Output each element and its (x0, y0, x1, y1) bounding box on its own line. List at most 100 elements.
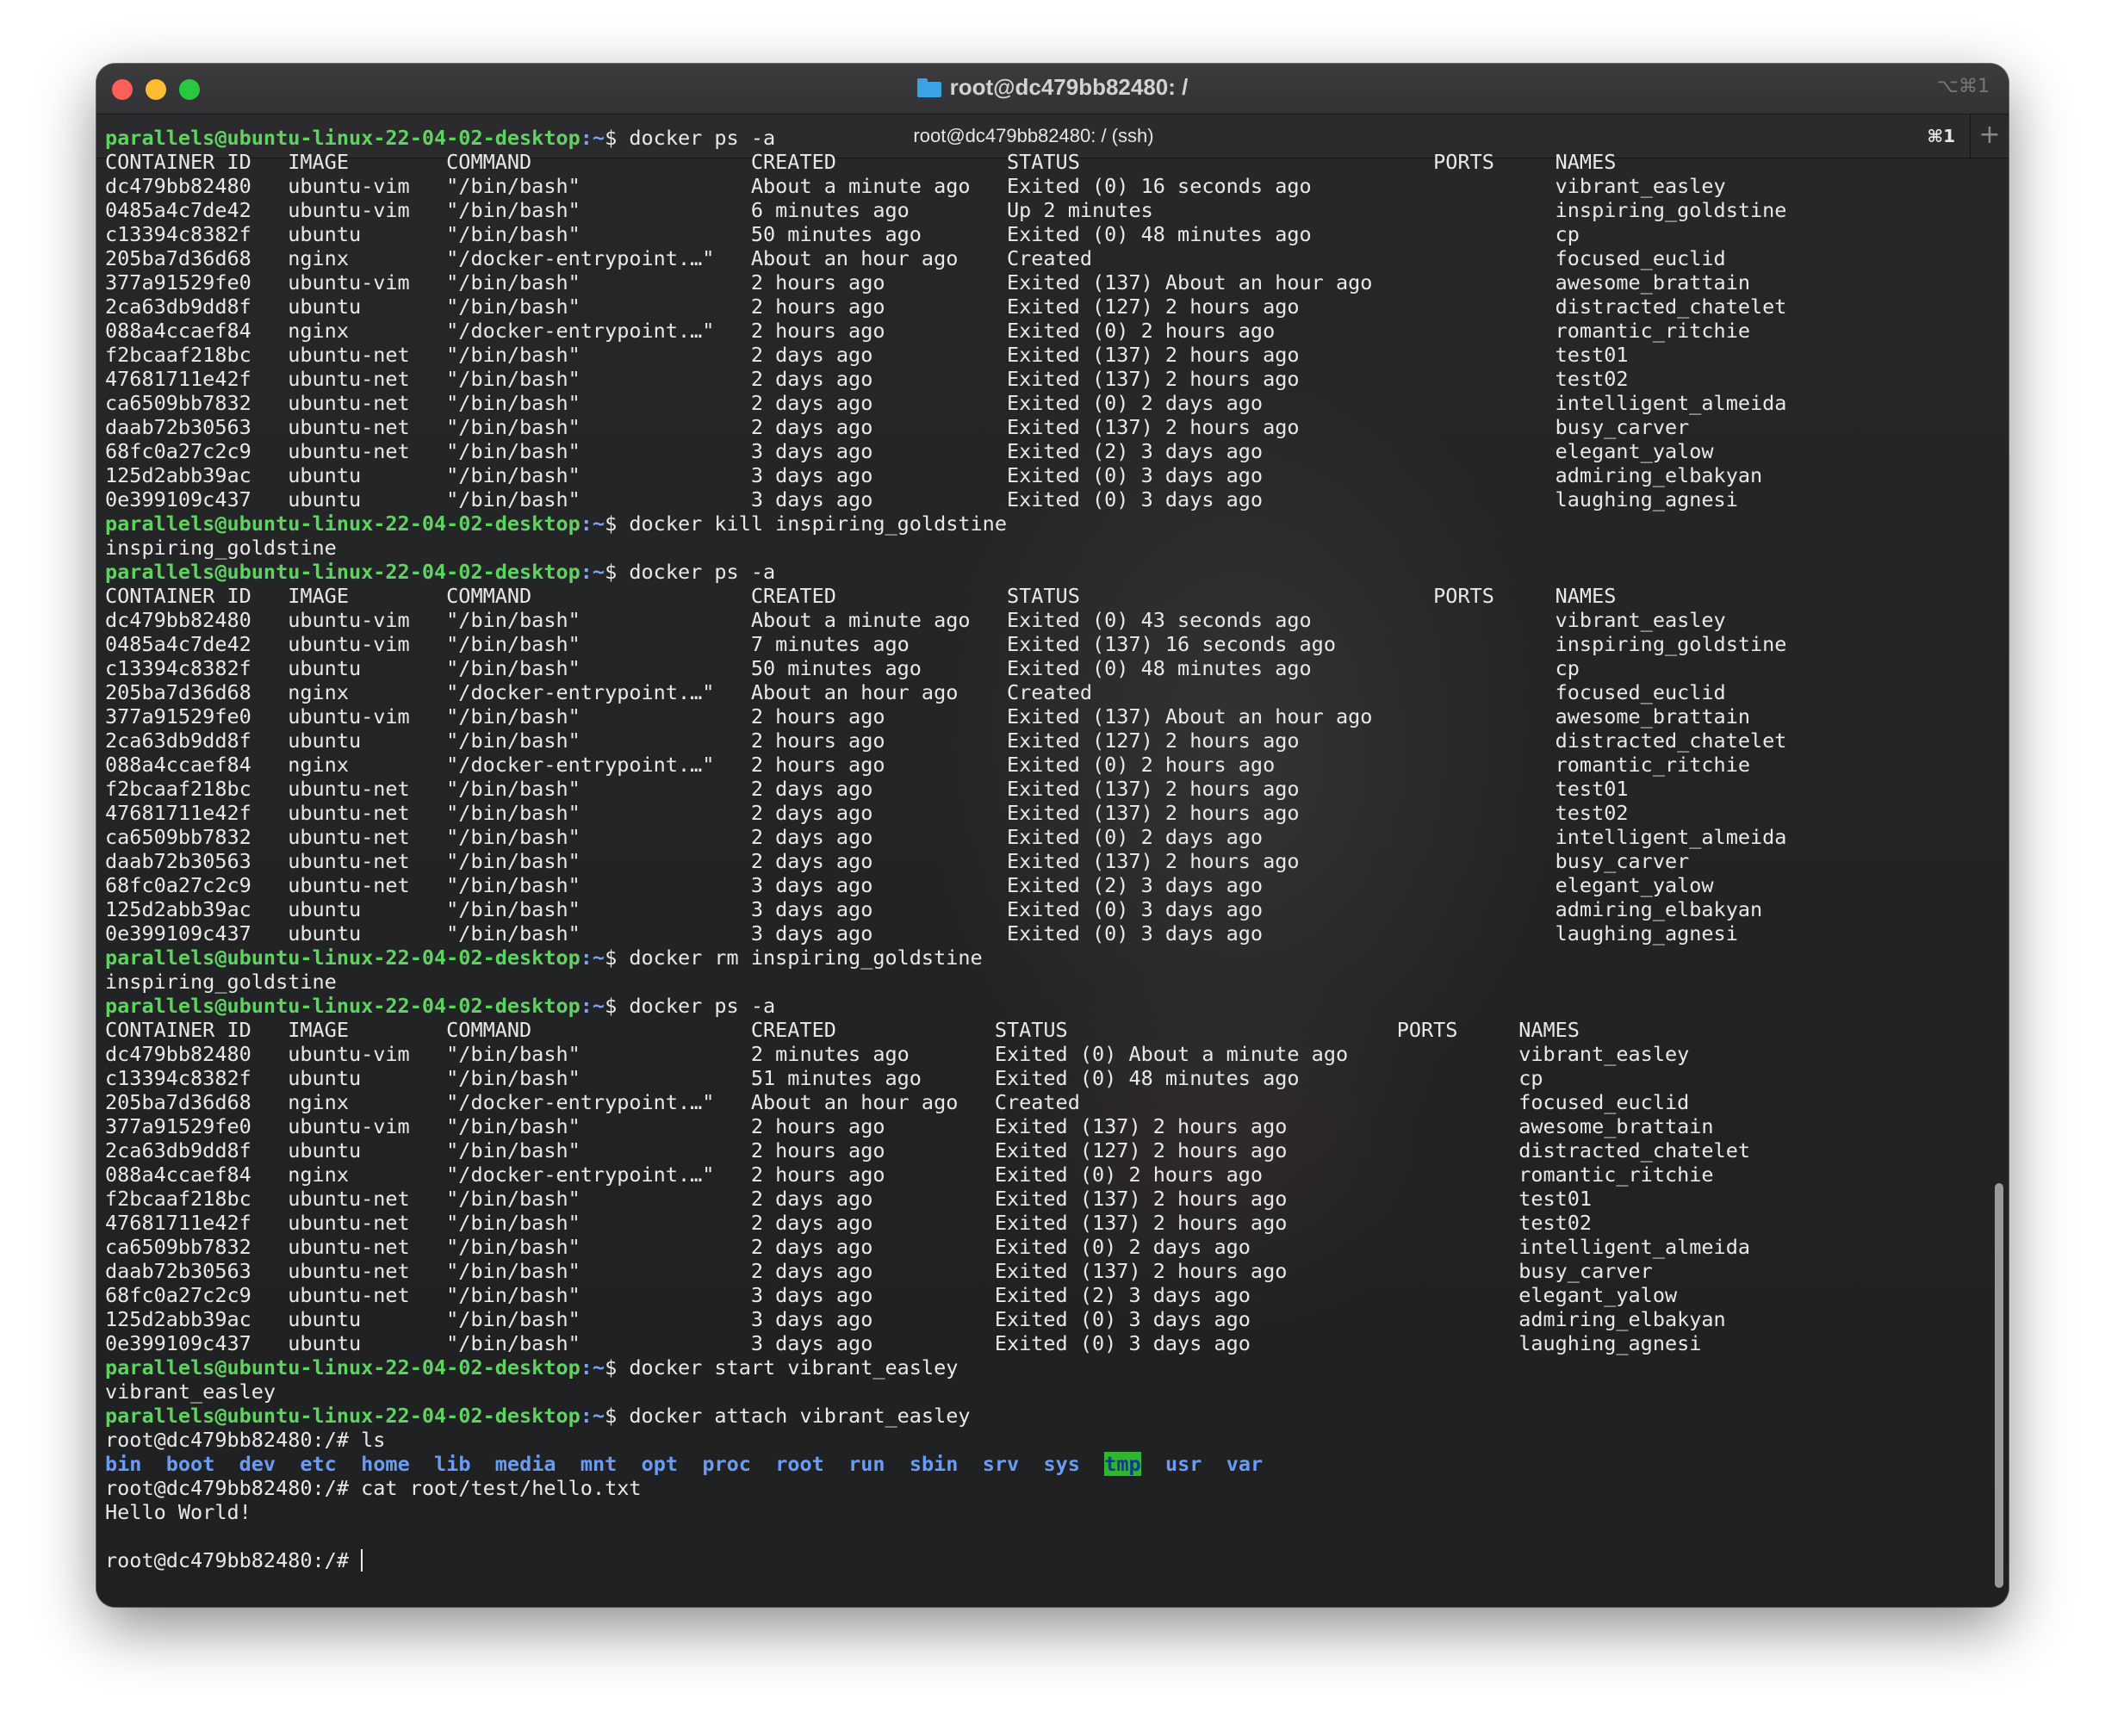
prompt-user-host: parallels@ubuntu-linux-22-04-02-desktop (105, 1404, 581, 1428)
command-text: docker kill inspiring_goldstine (629, 512, 1007, 536)
prompt-sign: $ (605, 1355, 630, 1380)
table-row: dc479bb82480 ubuntu-vim "/bin/bash" Abou… (105, 174, 1726, 198)
root-prompt: root@dc479bb82480:/# (105, 1548, 362, 1572)
new-tab-button[interactable]: + (1970, 115, 2009, 158)
command-text: ls (361, 1428, 386, 1452)
table-row: 205ba7d36d68 nginx "/docker-entrypoint.…… (105, 246, 1726, 270)
prompt-user-host: parallels@ubuntu-linux-22-04-02-desktop (105, 946, 581, 970)
table-header: CONTAINER ID IMAGE COMMAND CREATED STATU… (105, 1018, 1580, 1042)
dir-entry: srv (982, 1452, 1020, 1476)
table-row: c13394c8382f ubuntu "/bin/bash" 51 minut… (105, 1066, 1543, 1090)
command-output: inspiring_goldstine (105, 536, 337, 560)
table-row: f2bcaaf218bc ubuntu-net "/bin/bash" 2 da… (105, 1187, 1593, 1211)
prompt-line: parallels@ubuntu-linux-22-04-02-desktop:… (105, 1404, 1786, 1428)
prompt-path: :~ (580, 1404, 605, 1428)
table-row: 088a4ccaef84 nginx "/docker-entrypoint.…… (105, 1162, 1714, 1187)
command-text: docker ps -a (629, 560, 776, 584)
prompt-user-host: parallels@ubuntu-linux-22-04-02-desktop (105, 994, 581, 1018)
table-row: 377a91529fe0 ubuntu-vim "/bin/bash" 2 ho… (105, 270, 1751, 294)
root-prompt-line: root@dc479bb82480:/# cat root/test/hello… (105, 1476, 1786, 1500)
prompt-sign: $ (605, 560, 630, 584)
command-output: Hello World! (105, 1500, 251, 1524)
command-text: docker ps -a (629, 994, 776, 1018)
prompt-sign: $ (605, 1404, 630, 1428)
prompt-line: parallels@ubuntu-linux-22-04-02-desktop:… (105, 560, 1786, 584)
text-cursor[interactable] (361, 1549, 363, 1572)
dir-entry: lib (434, 1452, 471, 1476)
prompt-path: :~ (580, 512, 605, 536)
prompt-sign: $ (605, 994, 630, 1018)
table-row: 0485a4c7de42 ubuntu-vim "/bin/bash" 7 mi… (105, 632, 1787, 656)
table-row: 088a4ccaef84 nginx "/docker-entrypoint.…… (105, 319, 1751, 343)
root-prompt-line: root@dc479bb82480:/# ls (105, 1428, 1786, 1452)
prompt-path: :~ (580, 1355, 605, 1380)
dir-entry: var (1226, 1452, 1264, 1476)
title-bar: root@dc479bb82480: / ⌥⌘1 (96, 64, 2009, 115)
command-text: cat root/test/hello.txt (361, 1476, 642, 1500)
table-row: ca6509bb7832 ubuntu-net "/bin/bash" 2 da… (105, 1235, 1751, 1259)
command-output: vibrant_easley (105, 1380, 276, 1404)
table-row: dc479bb82480 ubuntu-vim "/bin/bash" Abou… (105, 608, 1726, 632)
table-row: 205ba7d36d68 nginx "/docker-entrypoint.…… (105, 1090, 1690, 1114)
dir-entry: dev (239, 1452, 276, 1476)
prompt-user-host: parallels@ubuntu-linux-22-04-02-desktop (105, 126, 581, 150)
dir-entry: tmp (1104, 1452, 1141, 1476)
prompt-user-host: parallels@ubuntu-linux-22-04-02-desktop (105, 512, 581, 536)
table-row: ca6509bb7832 ubuntu-net "/bin/bash" 2 da… (105, 825, 1787, 849)
dir-entry: opt (641, 1452, 679, 1476)
terminal-output[interactable]: parallels@ubuntu-linux-22-04-02-desktop:… (105, 126, 1786, 1572)
folder-icon (916, 78, 941, 97)
dir-entry: sbin (909, 1452, 959, 1476)
dir-entry: root (775, 1452, 824, 1476)
table-row: 68fc0a27c2c9 ubuntu-net "/bin/bash" 3 da… (105, 1283, 1678, 1307)
table-row: 377a91529fe0 ubuntu-vim "/bin/bash" 2 ho… (105, 704, 1751, 728)
window-shortcut: ⌥⌘1 (1936, 76, 1990, 97)
dir-entry: run (848, 1452, 885, 1476)
table-row: 205ba7d36d68 nginx "/docker-entrypoint.…… (105, 680, 1726, 704)
table-row: ca6509bb7832 ubuntu-net "/bin/bash" 2 da… (105, 391, 1787, 415)
table-header: CONTAINER ID IMAGE COMMAND CREATED STATU… (105, 584, 1617, 608)
table-row: 2ca63db9dd8f ubuntu "/bin/bash" 2 hours … (105, 728, 1787, 753)
prompt-sign: $ (605, 126, 630, 150)
table-row: daab72b30563 ubuntu-net "/bin/bash" 2 da… (105, 849, 1690, 873)
prompt-user-host: parallels@ubuntu-linux-22-04-02-desktop (105, 1355, 581, 1380)
table-row: 2ca63db9dd8f ubuntu "/bin/bash" 2 hours … (105, 294, 1787, 319)
table-row: 125d2abb39ac ubuntu "/bin/bash" 3 days a… (105, 463, 1763, 487)
tab-shortcut: ⌘1 (1927, 126, 1955, 146)
scrollbar[interactable] (1995, 1183, 2003, 1588)
dir-entry: boot (165, 1452, 215, 1476)
dir-entry: proc (702, 1452, 751, 1476)
prompt-line: parallels@ubuntu-linux-22-04-02-desktop:… (105, 126, 1786, 150)
prompt-line: parallels@ubuntu-linux-22-04-02-desktop:… (105, 946, 1786, 970)
prompt-line: parallels@ubuntu-linux-22-04-02-desktop:… (105, 994, 1786, 1018)
window-title-text: root@dc479bb82480: / (949, 74, 1189, 100)
prompt-line: parallels@ubuntu-linux-22-04-02-desktop:… (105, 1355, 1786, 1380)
table-row: 088a4ccaef84 nginx "/docker-entrypoint.…… (105, 753, 1751, 777)
root-prompt: root@dc479bb82480:/# (105, 1428, 362, 1452)
dir-entry: usr (1165, 1452, 1202, 1476)
prompt-path: :~ (580, 560, 605, 584)
ls-output: bin boot dev etc home lib media mnt opt … (105, 1452, 1786, 1476)
table-row: 68fc0a27c2c9 ubuntu-net "/bin/bash" 3 da… (105, 873, 1714, 897)
dir-entry: mnt (580, 1452, 618, 1476)
table-row: 0e399109c437 ubuntu "/bin/bash" 3 days a… (105, 1331, 1702, 1355)
table-row: f2bcaaf218bc ubuntu-net "/bin/bash" 2 da… (105, 777, 1629, 801)
command-text: docker rm inspiring_goldstine (629, 946, 983, 970)
prompt-path: :~ (580, 126, 605, 150)
table-row: dc479bb82480 ubuntu-vim "/bin/bash" 2 mi… (105, 1042, 1690, 1066)
table-row: 2ca63db9dd8f ubuntu "/bin/bash" 2 hours … (105, 1138, 1751, 1162)
table-row: 0e399109c437 ubuntu "/bin/bash" 3 days a… (105, 921, 1738, 946)
table-row: daab72b30563 ubuntu-net "/bin/bash" 2 da… (105, 415, 1690, 439)
dir-entry: etc (300, 1452, 337, 1476)
dir-entry: sys (1043, 1452, 1080, 1476)
root-prompt: root@dc479bb82480:/# (105, 1476, 362, 1500)
table-row: 0e399109c437 ubuntu "/bin/bash" 3 days a… (105, 487, 1738, 512)
dir-entry: bin (105, 1452, 142, 1476)
command-text: docker start vibrant_easley (629, 1355, 959, 1380)
table-row: c13394c8382f ubuntu "/bin/bash" 50 minut… (105, 222, 1580, 246)
window-title: root@dc479bb82480: / (96, 74, 2009, 101)
table-header: CONTAINER ID IMAGE COMMAND CREATED STATU… (105, 150, 1617, 174)
table-row: daab72b30563 ubuntu-net "/bin/bash" 2 da… (105, 1259, 1653, 1283)
table-row: 125d2abb39ac ubuntu "/bin/bash" 3 days a… (105, 1307, 1726, 1331)
